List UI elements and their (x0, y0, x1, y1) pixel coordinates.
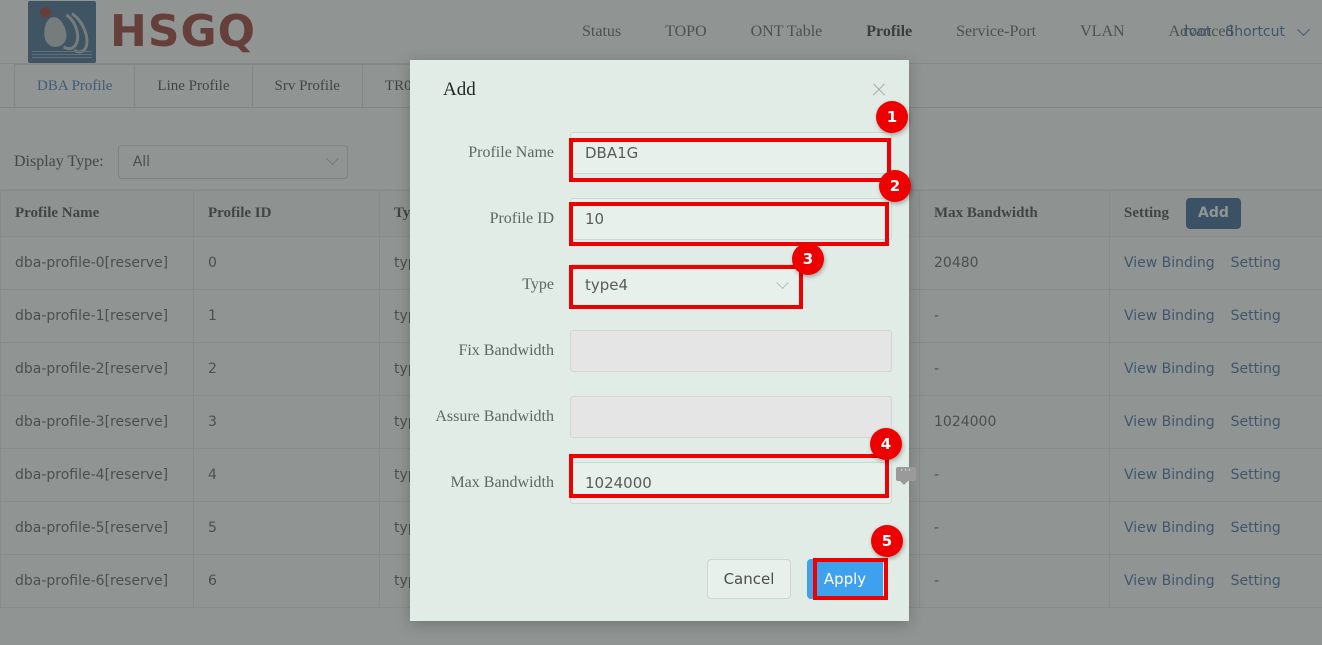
annotation-badge-3: 3 (792, 243, 824, 275)
fix-bandwidth-input (570, 330, 892, 372)
close-icon[interactable] (871, 82, 887, 98)
dialog-footer: Cancel Apply (410, 559, 909, 599)
assure-bandwidth-input (570, 396, 892, 438)
profile-name-input[interactable]: DBA1G (570, 132, 892, 174)
annotation-badge-1: 1 (876, 101, 908, 133)
field-row-assure-bandwidth: Assure Bandwidth (410, 396, 909, 438)
dialog-title: Add (443, 79, 476, 100)
type-select-value: type4 (585, 276, 629, 294)
max-bandwidth-tooltip-dots: ··· (896, 467, 916, 485)
dialog-header: Add (410, 60, 909, 120)
field-row-max-bandwidth: Max Bandwidth 1024000 (410, 462, 909, 504)
label-profile-name: Profile Name (468, 144, 554, 161)
field-row-type: Type type4 (410, 264, 909, 306)
annotation-badge-2: 2 (879, 170, 911, 202)
max-bandwidth-input[interactable]: 1024000 (570, 462, 892, 504)
field-row-profile-name: Profile Name DBA1G (410, 132, 909, 174)
annotation-badge-5: 5 (871, 525, 903, 557)
label-type: Type (522, 276, 554, 293)
control-type: type4 (570, 264, 802, 306)
apply-button[interactable]: Apply (807, 559, 883, 599)
dialog-body: Profile Name DBA1G Profile ID 10 Type ty… (410, 120, 909, 504)
field-row-fix-bandwidth: Fix Bandwidth (410, 330, 909, 372)
control-max-bandwidth: 1024000 (570, 462, 892, 504)
label-assure-bandwidth: Assure Bandwidth (435, 408, 554, 425)
chevron-down-icon (776, 275, 789, 289)
app-root: HSGQ Status TOPO ONT Table Profile Servi… (0, 0, 1322, 645)
label-profile-id: Profile ID (489, 210, 554, 227)
control-assure-bandwidth (570, 396, 892, 438)
field-row-profile-id: Profile ID 10 (410, 198, 909, 240)
cancel-button[interactable]: Cancel (707, 559, 791, 599)
annotation-badge-4: 4 (870, 428, 902, 460)
control-fix-bandwidth (570, 330, 892, 372)
profile-id-input[interactable]: 10 (570, 198, 892, 240)
label-fix-bandwidth: Fix Bandwidth (458, 342, 554, 359)
control-profile-id: 10 (570, 198, 892, 240)
control-profile-name: DBA1G (570, 132, 892, 174)
add-dba-profile-dialog: Add Profile Name DBA1G Profile ID 10 Typ… (410, 60, 909, 621)
label-max-bandwidth: Max Bandwidth (450, 474, 554, 491)
type-select[interactable]: type4 (570, 264, 802, 306)
